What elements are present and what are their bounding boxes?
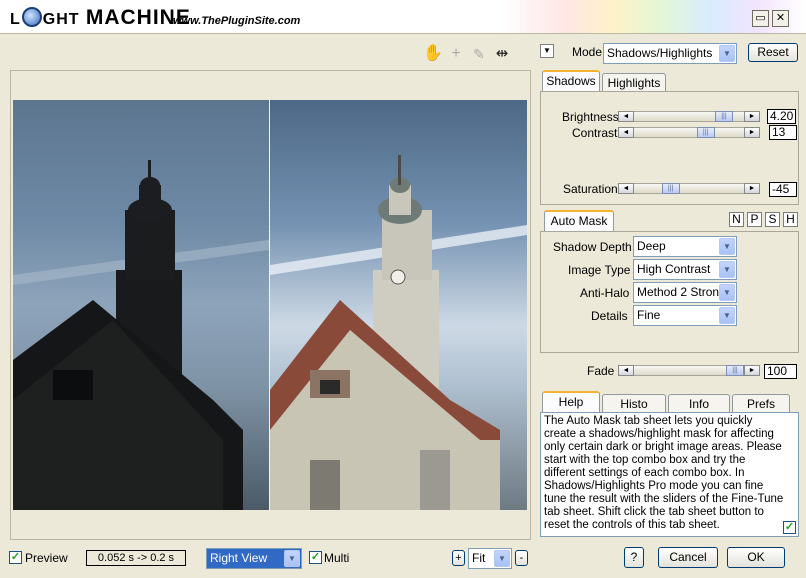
anti-halo-select[interactable]: Method 2 Strong ▼ — [633, 282, 737, 303]
shadow-depth-select[interactable]: Deep ▼ — [633, 236, 737, 257]
split-divider[interactable] — [269, 100, 270, 510]
mode-label: Mode — [572, 45, 603, 59]
slider-thumb[interactable]: ||| — [714, 111, 733, 122]
brightness-label: Brightness — [562, 110, 619, 124]
eyedropper-icon[interactable]: ✎ — [469, 44, 489, 64]
close-window-button[interactable]: ✕ — [772, 10, 789, 27]
slider-right-icon[interactable]: ► — [744, 183, 760, 194]
brightness-slider[interactable]: ◄ ||| ► — [618, 111, 760, 122]
anti-halo-label: Anti-Halo — [580, 286, 630, 300]
timing-readout: 0.052 s -> 0.2 s — [86, 550, 186, 566]
fade-value[interactable]: 100 — [764, 364, 797, 379]
processed-image-graphic — [270, 155, 527, 510]
tab-auto-mask[interactable]: Auto Mask — [544, 210, 614, 232]
fade-slider[interactable]: ◄ ||| ► — [618, 365, 760, 376]
ok-button[interactable]: OK — [727, 547, 785, 568]
tab-shadows[interactable]: Shadows — [542, 70, 600, 92]
close-icon: ✕ — [775, 12, 786, 24]
slider-track — [618, 111, 760, 122]
tab-prefs[interactable]: Prefs — [732, 394, 790, 414]
logo-circle-icon — [21, 7, 42, 27]
chevron-down-icon: ▼ — [719, 307, 735, 324]
slider-left-icon[interactable]: ◄ — [618, 365, 634, 376]
cancel-button[interactable]: Cancel — [658, 547, 718, 568]
slider-track — [618, 127, 760, 138]
slider-left-icon[interactable]: ◄ — [618, 183, 634, 194]
chevron-down-icon: ▼ — [284, 550, 300, 567]
slider-left-icon[interactable]: ◄ — [618, 111, 634, 122]
original-image-graphic — [13, 160, 269, 510]
mode-select-value: Shadows/Highlights — [607, 46, 713, 60]
image-type-value: High Contrast — [637, 262, 711, 276]
fade-label: Fade — [587, 364, 615, 378]
tab-highlights[interactable]: Highlights — [602, 73, 666, 93]
help-text: The Auto Mask tab sheet lets you quickly… — [540, 412, 799, 537]
anti-halo-value: Method 2 Strong — [637, 285, 726, 299]
chevron-down-icon: ▼ — [719, 284, 735, 301]
tab-info[interactable]: Info — [668, 394, 730, 414]
saturation-label: Saturation — [563, 182, 618, 196]
title-bar: L GHT MACHINE www.ThePluginSite.com ▭ ✕ — [0, 0, 806, 34]
crosshair-icon[interactable]: + — [446, 44, 466, 64]
chevron-down-icon: ▼ — [719, 45, 735, 62]
chevron-down-icon: ▼ — [719, 238, 735, 255]
site-url: www.ThePluginSite.com — [173, 15, 301, 27]
help-checkbox[interactable]: ✓ — [783, 521, 796, 534]
zoom-select-value: Fit — [472, 551, 486, 565]
mask-h-button[interactable]: H — [783, 212, 798, 227]
details-label: Details — [591, 309, 628, 323]
saturation-value[interactable]: -45 — [769, 182, 797, 197]
hand-icon[interactable]: ✋ — [423, 44, 443, 64]
tab-help[interactable]: Help — [542, 391, 600, 413]
brightness-value[interactable]: 4.20 — [767, 109, 796, 124]
mode-select[interactable]: Shadows/Highlights ▼ — [603, 43, 737, 64]
collapse-chevron-icon[interactable]: ▼ — [540, 44, 554, 58]
details-value: Fine — [637, 308, 661, 322]
slider-right-icon[interactable]: ► — [744, 111, 760, 122]
chevron-down-icon: ▼ — [719, 261, 735, 278]
slider-left-icon[interactable]: ◄ — [618, 127, 634, 138]
help-button[interactable]: ? — [624, 547, 644, 568]
mask-s-button[interactable]: S — [765, 212, 780, 227]
mask-n-button[interactable]: N — [729, 212, 744, 227]
shadow-depth-value: Deep — [637, 239, 666, 253]
slider-thumb[interactable]: ||| — [661, 183, 680, 194]
zoom-out-button[interactable]: - — [515, 550, 528, 566]
zoom-in-button[interactable]: + — [452, 550, 465, 566]
multi-label: Multi — [324, 551, 350, 565]
split-view-icon[interactable]: ⇹ — [492, 44, 512, 64]
reset-button[interactable]: Reset — [748, 43, 798, 62]
details-select[interactable]: Fine ▼ — [633, 305, 737, 326]
processed-image[interactable] — [270, 100, 527, 510]
contrast-slider[interactable]: ◄ ||| ► — [618, 127, 760, 138]
chevron-down-icon: ▼ — [494, 550, 510, 567]
view-select-value: Right View — [210, 551, 268, 565]
slider-right-icon[interactable]: ► — [744, 127, 760, 138]
contrast-label: Contrast — [572, 126, 618, 140]
contrast-value[interactable]: 13 — [769, 125, 797, 140]
slider-thumb[interactable]: ||| — [726, 365, 744, 376]
preview-checkbox[interactable]: ✓ — [9, 551, 22, 564]
restore-icon: ▭ — [755, 12, 766, 24]
preview-label: Preview — [25, 551, 68, 565]
saturation-slider[interactable]: ◄ ||| ► — [618, 183, 760, 194]
slider-thumb[interactable]: ||| — [696, 127, 715, 138]
app-logo: L GHT MACHINE — [10, 6, 191, 29]
view-select[interactable]: Right View ▼ — [206, 548, 302, 569]
zoom-select[interactable]: Fit ▼ — [468, 548, 512, 569]
image-type-label: Image Type — [568, 263, 631, 277]
slider-right-icon[interactable]: ► — [744, 365, 760, 376]
tab-histo[interactable]: Histo — [602, 394, 666, 414]
mask-p-button[interactable]: P — [747, 212, 762, 227]
image-type-select[interactable]: High Contrast ▼ — [633, 259, 737, 280]
shadow-depth-label: Shadow Depth — [553, 240, 632, 254]
multi-checkbox[interactable]: ✓ — [309, 551, 322, 564]
slider-track — [618, 183, 760, 194]
restore-window-button[interactable]: ▭ — [752, 10, 769, 27]
original-image[interactable] — [13, 100, 269, 510]
